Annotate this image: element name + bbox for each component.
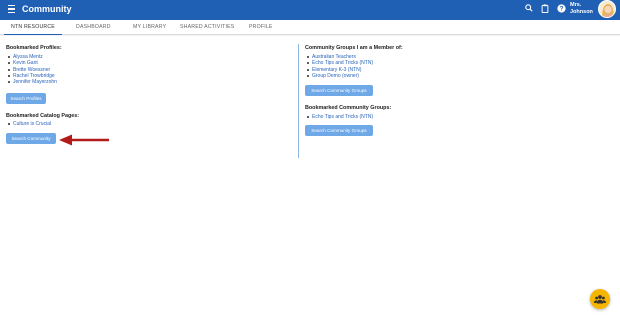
- tab-shared-activities[interactable]: SHARED ACTIVITIES: [180, 20, 234, 35]
- menu-icon[interactable]: [8, 5, 15, 13]
- list-item[interactable]: Culture is Crucial: [6, 121, 51, 127]
- tab-profile[interactable]: PROFILE: [249, 20, 273, 35]
- tab-bar: NTN RESOURCE LIBRARY DASHBOARD MY LIBRAR…: [0, 20, 620, 45]
- main-content: Bookmarked Profiles: Alyssa Mentz Kevin …: [0, 36, 620, 318]
- group-icon: [594, 295, 606, 304]
- tab-dashboard[interactable]: DASHBOARD: [76, 20, 111, 35]
- list-item[interactable]: Echo Tips and Tricks (NTN): [305, 114, 373, 120]
- search-community-groups-button[interactable]: Search Community Groups: [305, 85, 373, 96]
- bookmarked-groups-heading: Bookmarked Community Groups:: [305, 105, 392, 111]
- search-bookmarked-groups-button[interactable]: Search Community Groups: [305, 125, 373, 136]
- help-icon[interactable]: ?: [556, 3, 566, 13]
- tab-ntn-resource-library[interactable]: NTN RESOURCE LIBRARY: [4, 20, 62, 45]
- bookmarked-catalog-heading: Bookmarked Catalog Pages:: [6, 113, 80, 119]
- list-item[interactable]: Group Demo (owner): [305, 73, 373, 79]
- list-item[interactable]: Jennifer Mayerzohn: [6, 79, 57, 85]
- bookmarked-groups-list: Echo Tips and Tricks (NTN): [305, 114, 373, 120]
- avatar[interactable]: [598, 0, 616, 18]
- app-bar: Community ? Mrs. Johnson: [0, 0, 620, 20]
- search-profiles-button[interactable]: Search Profiles: [6, 93, 46, 104]
- member-groups-list: Australian Teachers Echo Tips and Tricks…: [305, 54, 373, 79]
- search-icon[interactable]: [524, 3, 534, 13]
- member-groups-heading: Community Groups I am a Member of:: [305, 45, 403, 51]
- clipboard-icon[interactable]: [540, 3, 550, 13]
- page-title: Community: [22, 4, 72, 14]
- bookmarked-profiles-list: Alyssa Mentz Kevin Gant Brette Woessner …: [6, 54, 57, 85]
- column-divider: [298, 44, 299, 158]
- community-fab-button[interactable]: [590, 289, 610, 309]
- top-actions: ?: [524, 3, 566, 13]
- annotation-arrow-icon: [59, 134, 109, 146]
- catalog-pages-list: Culture is Crucial: [6, 121, 51, 127]
- bookmarked-profiles-heading: Bookmarked Profiles:: [6, 45, 62, 51]
- search-community-button[interactable]: Search Community: [6, 133, 56, 144]
- svg-text:?: ?: [559, 5, 563, 12]
- tab-my-library[interactable]: MY LIBRARY: [133, 20, 166, 35]
- user-name[interactable]: Mrs. Johnson: [570, 2, 593, 15]
